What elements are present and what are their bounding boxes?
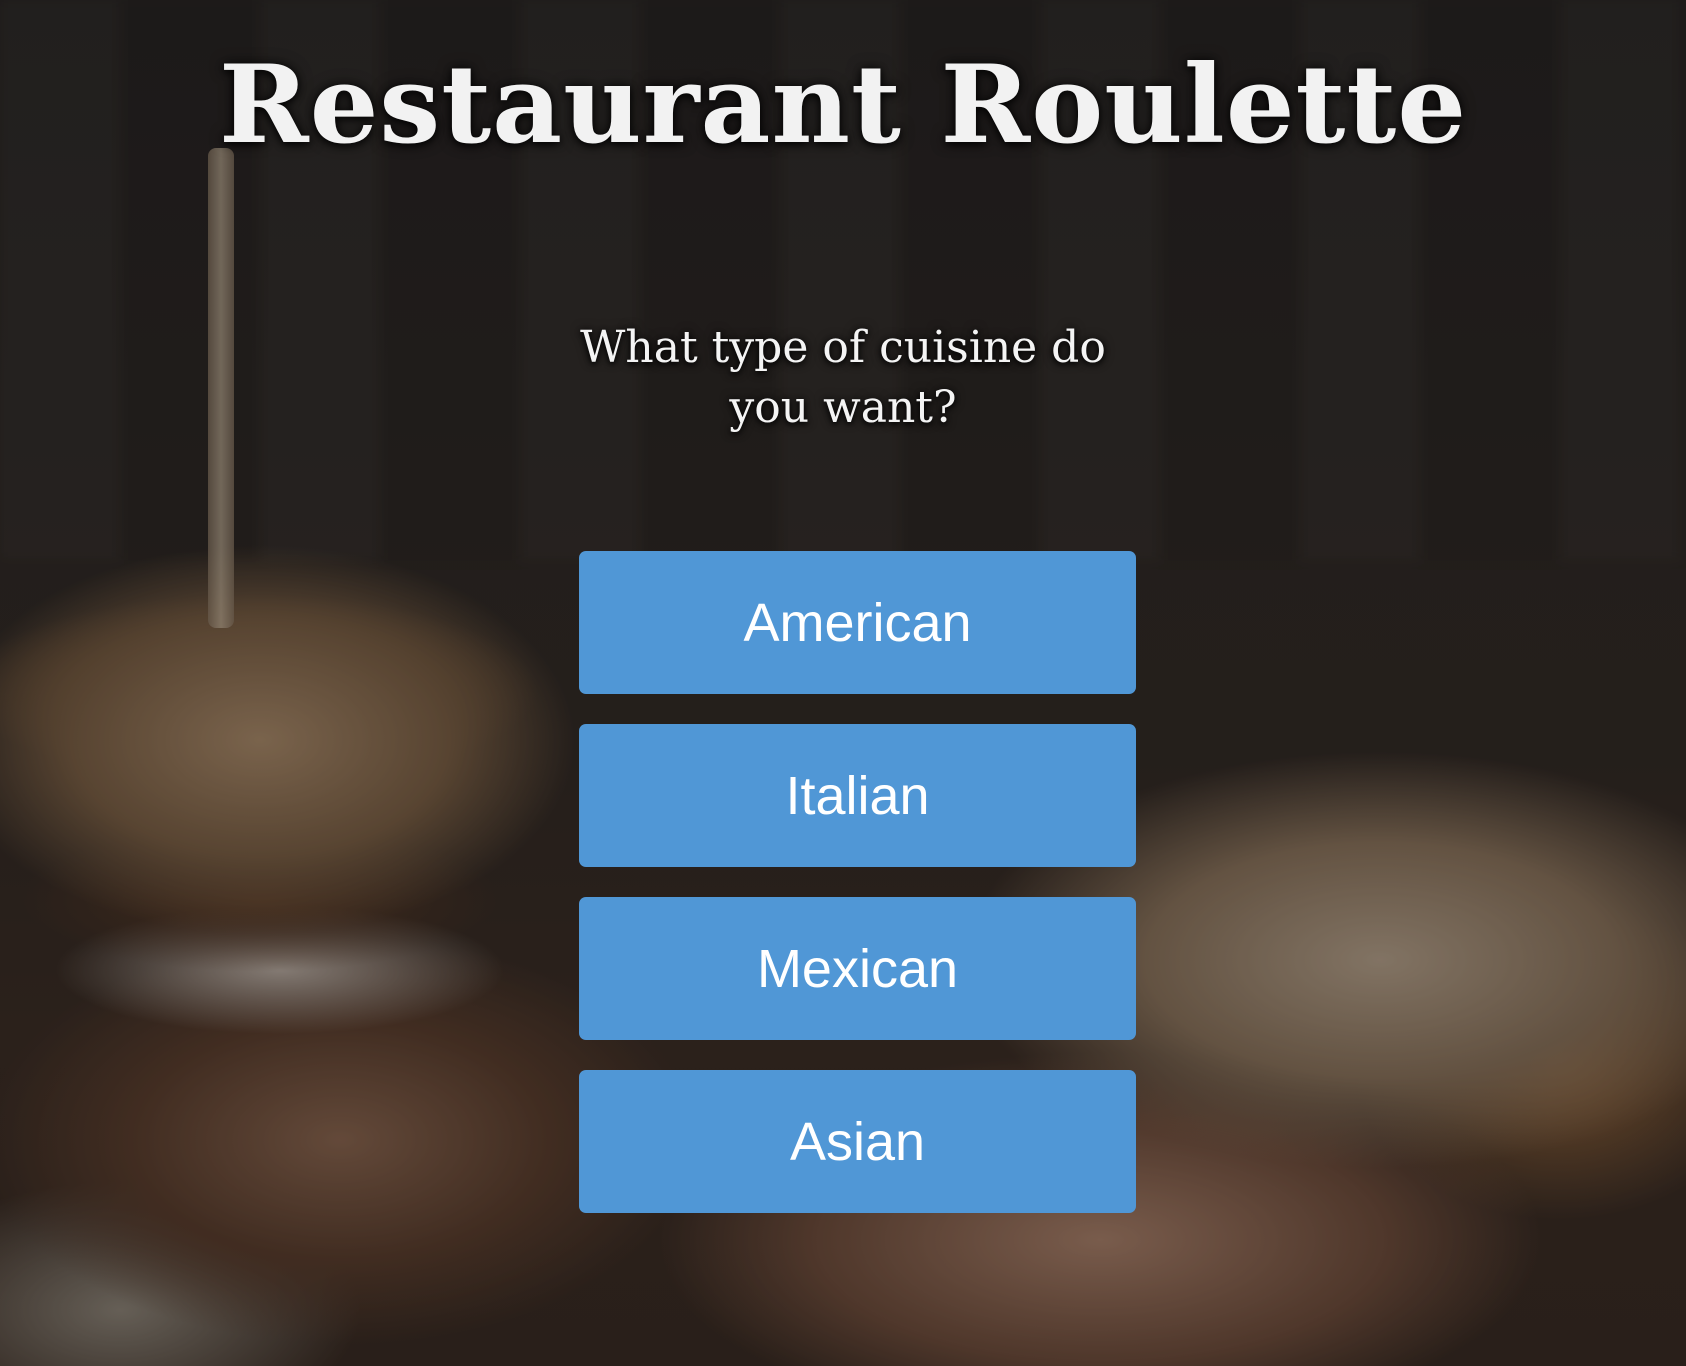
cuisine-button-american[interactable]: American xyxy=(579,551,1136,694)
cuisine-button-italian[interactable]: Italian xyxy=(579,724,1136,867)
cuisine-question: What type of cuisine do you want? xyxy=(580,322,1106,433)
cuisine-options: American Italian Mexican Asian xyxy=(579,551,1136,1243)
page-title: Restaurant Roulette xyxy=(218,42,1468,168)
cuisine-button-asian[interactable]: Asian xyxy=(579,1070,1136,1213)
cuisine-button-mexican[interactable]: Mexican xyxy=(579,897,1136,1040)
